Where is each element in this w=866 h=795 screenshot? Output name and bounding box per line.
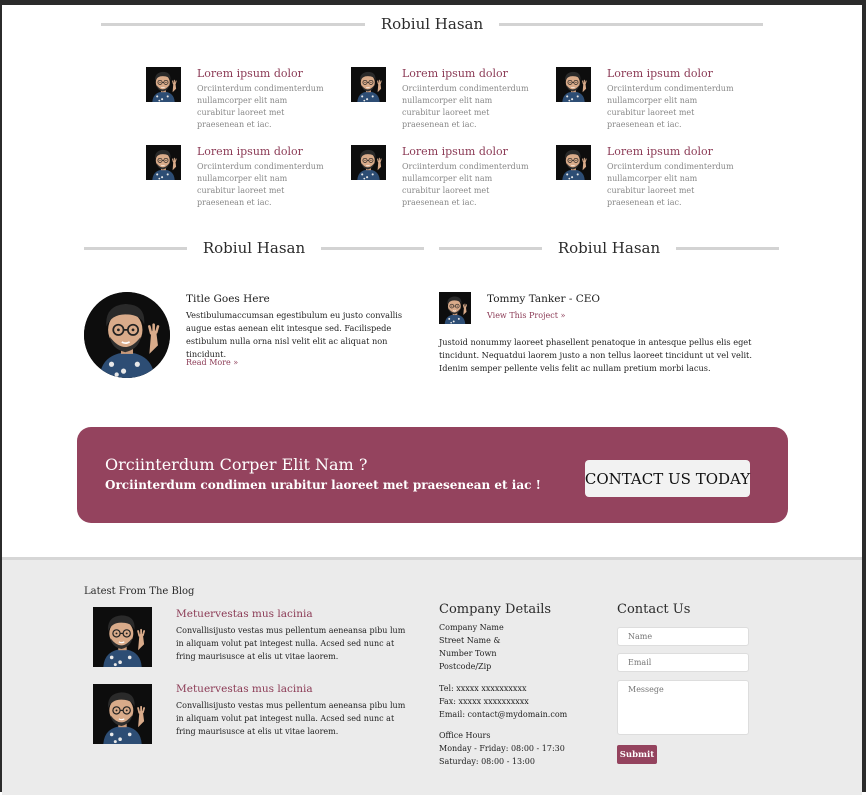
cartoon-person-icon xyxy=(93,607,152,667)
cta-banner: Orciinterdum Corper Elit Nam ? Orciinter… xyxy=(77,427,788,523)
feature-avatar xyxy=(146,145,181,180)
email-input[interactable] xyxy=(617,653,749,672)
weekday-hours: Monday - Friday: 08:00 - 17:30 xyxy=(439,744,565,753)
cartoon-person-icon xyxy=(556,145,591,180)
header-rule-left xyxy=(84,246,187,250)
company-name: Company Name xyxy=(439,623,504,632)
feature-avatar xyxy=(556,67,591,102)
cartoon-person-icon xyxy=(351,145,386,180)
cartoon-person-icon xyxy=(439,292,471,324)
feature-avatar xyxy=(351,145,386,180)
blog-post-title[interactable]: Metuervestas mus lacinia xyxy=(176,683,313,695)
blog-post-thumb[interactable] xyxy=(93,607,152,667)
section-header: Robiul Hasan xyxy=(101,14,763,34)
section-heading: Robiul Hasan xyxy=(380,15,484,33)
blog-post-title[interactable]: Metuervestas mus lacinia xyxy=(176,608,313,620)
feature-text: Orciinterdum condimenterdum nullamcorper… xyxy=(402,84,529,129)
right-section-heading: Robiul Hasan xyxy=(557,239,661,257)
header-rule-left xyxy=(101,22,365,26)
number-town: Number Town xyxy=(439,649,497,658)
view-project-link[interactable]: View This Project » xyxy=(487,311,565,320)
window-top-border xyxy=(0,0,866,5)
contact-us-button[interactable]: CONTACT US TODAY xyxy=(585,460,750,497)
email-address[interactable]: Email: contact@mydomain.com xyxy=(439,708,567,721)
name-input[interactable] xyxy=(617,627,749,646)
fax: Fax: xxxxx xxxxxxxxxx xyxy=(439,697,529,706)
left-section-heading: Robiul Hasan xyxy=(202,239,306,257)
feature-text: Orciinterdum condimenterdum nullamcorper… xyxy=(197,162,324,207)
office-hours-label: Office Hours xyxy=(439,731,491,740)
ceo-avatar xyxy=(439,292,471,324)
feature-text: Orciinterdum condimenterdum nullamcorper… xyxy=(197,84,324,129)
cartoon-person-icon xyxy=(351,67,386,102)
read-more-link[interactable]: Read More » xyxy=(186,358,238,367)
submit-button[interactable]: Submit xyxy=(617,745,657,764)
header-rule-right xyxy=(499,22,763,26)
cartoon-person-icon xyxy=(146,67,181,102)
feature-text: Orciinterdum condimenterdum nullamcorper… xyxy=(402,162,529,207)
feature-text: Orciinterdum condimenterdum nullamcorper… xyxy=(607,162,734,207)
cartoon-person-icon xyxy=(84,292,170,378)
blog-post-thumb[interactable] xyxy=(93,684,152,744)
window-right-border xyxy=(862,0,866,792)
footer: Latest From The Blog Metuervestas mus la… xyxy=(2,557,862,795)
feature-text: Orciinterdum condimenterdum nullamcorper… xyxy=(607,84,734,129)
postcode: Postcode/Zip xyxy=(439,662,492,671)
left-block-text: Vestibulumaccumsan egestibulum eu justo … xyxy=(186,310,403,359)
ceo-name: Tommy Tanker - CEO xyxy=(487,293,601,305)
feature-avatar xyxy=(146,67,181,102)
feature-title[interactable]: Lorem ipsum dolor xyxy=(607,67,713,80)
blog-post-excerpt: Convallisijusto vestas mus pellentum aen… xyxy=(176,626,406,661)
header-rule-right xyxy=(676,246,779,250)
right-section-header: Robiul Hasan xyxy=(439,238,779,258)
blog-heading: Latest From The Blog xyxy=(84,586,195,597)
left-section-header: Robiul Hasan xyxy=(84,238,424,258)
saturday-hours: Saturday: 08:00 - 13:00 xyxy=(439,757,535,766)
feature-title[interactable]: Lorem ipsum dolor xyxy=(402,145,508,158)
contact-us-heading: Contact Us xyxy=(617,602,691,617)
telephone: Tel: xxxxx xxxxxxxxxx xyxy=(439,684,527,693)
cta-subheading: Orciinterdum condimen urabitur laoreet m… xyxy=(105,478,541,492)
cartoon-person-icon xyxy=(556,67,591,102)
cta-heading: Orciinterdum Corper Elit Nam ? xyxy=(105,455,368,474)
feature-title[interactable]: Lorem ipsum dolor xyxy=(197,145,303,158)
header-rule-left xyxy=(439,246,542,250)
feature-title[interactable]: Lorem ipsum dolor xyxy=(607,145,713,158)
feature-avatar xyxy=(351,67,386,102)
header-rule-right xyxy=(321,246,424,250)
feature-title[interactable]: Lorem ipsum dolor xyxy=(402,67,508,80)
cartoon-person-icon xyxy=(93,684,152,744)
feature-avatar xyxy=(556,145,591,180)
feature-title[interactable]: Lorem ipsum dolor xyxy=(197,67,303,80)
left-block-title: Title Goes Here xyxy=(186,293,270,305)
testimonial-text: Justoid nonummy laoreet phasellent penat… xyxy=(439,337,752,373)
message-textarea[interactable] xyxy=(617,680,749,735)
cartoon-person-icon xyxy=(146,145,181,180)
company-details-heading: Company Details xyxy=(439,602,552,617)
street-name: Street Name & xyxy=(439,636,501,645)
blog-post-excerpt: Convallisijusto vestas mus pellentum aen… xyxy=(176,701,406,736)
author-avatar xyxy=(84,292,170,378)
